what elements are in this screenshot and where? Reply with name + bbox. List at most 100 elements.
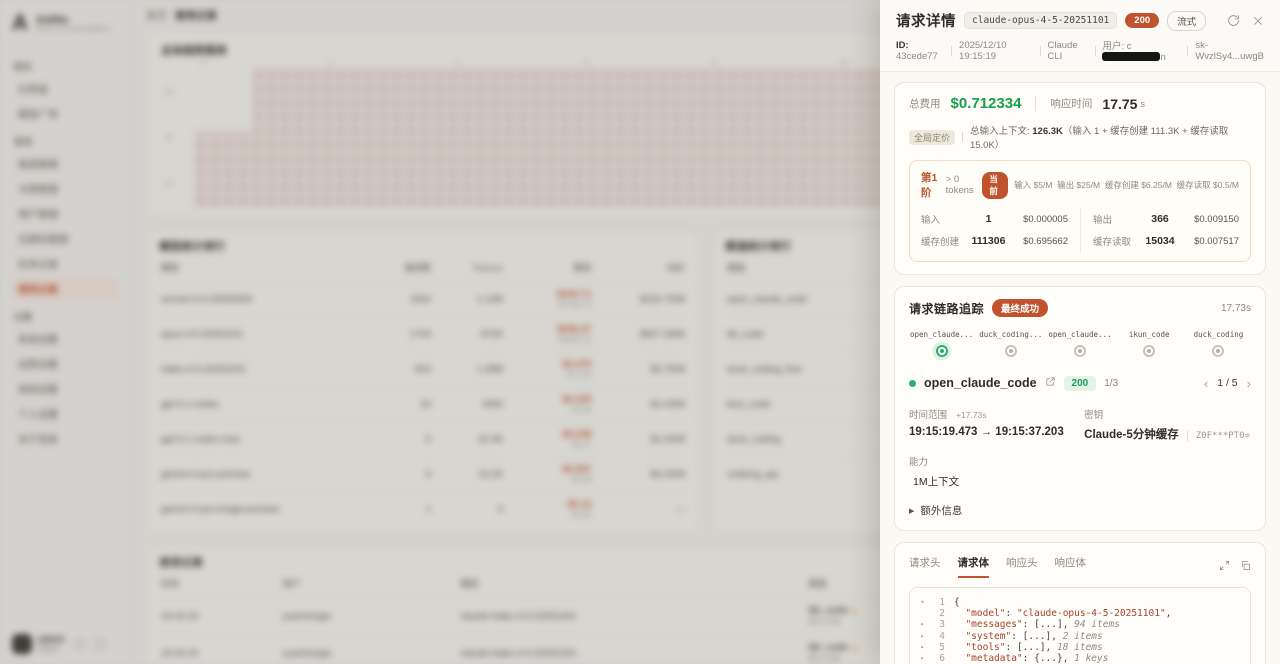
code-token: , — [1166, 608, 1172, 619]
tier-cell-label: 缓存创建 — [921, 234, 971, 248]
extra-info-label: 额外信息 — [920, 503, 962, 518]
tier-cell-tokens: 366 — [1143, 213, 1177, 225]
tab-请求体[interactable]: 请求体 — [958, 555, 990, 578]
trace-node-label: open_claude... — [910, 330, 973, 339]
fold-toggle-icon[interactable]: ▸ — [916, 642, 929, 653]
code-token — [954, 619, 965, 630]
context-summary: 总输入上下文: 126.3K（输入 1 + 缓存创建 111.3K + 缓存读取… — [970, 123, 1251, 151]
line-number: 1 — [929, 597, 945, 608]
code-line: ▾1 { — [916, 597, 1244, 608]
trace-node-label: ikun_code — [1129, 330, 1170, 339]
code-line: ▸5 "tools": [...], 18 items — [916, 642, 1244, 653]
code-token — [954, 631, 965, 642]
code-line: ▸4 "system": [...], 2 items — [916, 631, 1244, 642]
tab-请求头[interactable]: 请求头 — [909, 555, 941, 578]
pricing-tier-box: 第1阶 > 0 tokens 当前 输入 $5/M 输出 $25/M 缓存创建 … — [909, 160, 1251, 262]
code-token: "tools" — [965, 642, 1005, 653]
attempt-counter: 1/3 — [1104, 378, 1118, 389]
payload-tabs: 请求头请求体响应头响应体 — [909, 555, 1251, 578]
trace-node[interactable]: open_claude... — [1047, 330, 1112, 357]
client-name: Claude CLI — [1048, 40, 1088, 62]
cost-card: 总费用 $0.712334 响应时间 17.75 s 全局定价 总输入上下文: … — [894, 82, 1266, 275]
time-range-value: 19:15:19.473 → 19:15:37.203 — [909, 426, 1084, 438]
code-token: : [...], — [1006, 642, 1057, 653]
drawer-body: 总费用 $0.712334 响应时间 17.75 s 全局定价 总输入上下文: … — [880, 72, 1280, 664]
code-token: : {...}, — [1023, 653, 1074, 664]
tab-响应头[interactable]: 响应头 — [1006, 555, 1038, 578]
tier-name: 第1阶 — [921, 170, 940, 200]
next-page-button[interactable]: › — [1247, 377, 1251, 390]
ability-value: 1M上下文 — [909, 474, 1084, 489]
copy-icon[interactable] — [1240, 558, 1251, 576]
code-token: "claude-opus-4-5-20251101" — [1017, 608, 1166, 619]
id-label: ID: — [896, 40, 909, 51]
code-token: { — [954, 597, 960, 608]
line-number: 6 — [929, 653, 945, 664]
extra-info-toggle[interactable]: ▶ 额外信息 — [909, 503, 1251, 518]
code-line: 2 "model": "claude-opus-4-5-20251101", — [916, 608, 1244, 619]
tier-cell-price: $0.695662 — [1006, 236, 1068, 247]
request-time: 2025/12/10 19:15:19 — [959, 40, 1033, 62]
trace-node[interactable]: open_claude... — [909, 330, 974, 357]
request-meta-row: ID: 43cede77 2025/12/10 19:15:19 Claude … — [896, 38, 1264, 63]
trace-title: 请求链路追踪 — [909, 300, 984, 317]
external-link-icon[interactable] — [1045, 374, 1056, 392]
code-token: 1 keys — [1074, 653, 1108, 664]
trace-duration: 17.73s — [1221, 303, 1251, 314]
trace-node-circle-icon — [1143, 345, 1155, 357]
code-token: "metadata" — [965, 653, 1022, 664]
drawer-title: 请求详情 — [896, 10, 956, 31]
line-number: 2 — [929, 608, 945, 619]
tier-cell-label: 输出 — [1093, 212, 1143, 226]
fold-toggle-icon[interactable]: ▸ — [916, 631, 929, 642]
tier-cell-price: $0.007517 — [1177, 236, 1239, 247]
trace-card: 请求链路追踪 最终成功 17.73s open_claude...duck_co… — [894, 286, 1266, 531]
tier-cell-tokens: 1 — [971, 213, 1006, 225]
trace-node-label: open_claude... — [1048, 330, 1111, 339]
json-code-viewer[interactable]: ▾1 {2 "model": "claude-opus-4-5-20251101"… — [909, 587, 1251, 664]
request-id: 43cede77 — [896, 51, 938, 62]
refresh-button[interactable] — [1227, 14, 1240, 27]
model-name-pill[interactable]: claude-opus-4-5-20251101 — [964, 12, 1117, 29]
close-button[interactable] — [1252, 15, 1264, 27]
code-token: "messages" — [965, 619, 1022, 630]
code-token: : [...], — [1023, 619, 1074, 630]
trace-node-circle-icon — [1212, 345, 1224, 357]
tier-range: > 0 tokens — [946, 174, 977, 196]
tier-cell-price: $0.009150 — [1177, 214, 1239, 225]
trace-node-circle-icon — [936, 345, 948, 357]
tab-响应体[interactable]: 响应体 — [1055, 555, 1087, 578]
trace-node[interactable]: ikun_code — [1117, 330, 1182, 357]
fold-toggle-icon[interactable]: ▸ — [916, 653, 929, 664]
trace-node[interactable]: duck_coding — [1186, 330, 1251, 357]
trace-node-circle-icon — [1074, 345, 1086, 357]
selected-status-badge: 200 — [1064, 376, 1097, 391]
trace-node-row: open_claude... duck_coding... open_claude.… — [909, 330, 1251, 357]
time-range-field: 时间范围+17.73s 19:15:19.473 → 19:15:37.203 — [909, 405, 1084, 442]
trace-node[interactable]: duck_coding... — [978, 330, 1043, 357]
key-masked-value: Z0F***PT0= — [1187, 431, 1250, 441]
fold-toggle-icon[interactable]: ▸ — [916, 619, 929, 630]
page-indicator: 1 / 5 — [1217, 377, 1237, 389]
code-token — [954, 653, 965, 664]
status-badge: 200 — [1125, 13, 1159, 28]
api-key-masked: sk-WvzlSy4...uwgB — [1195, 40, 1264, 62]
triangle-icon: ▶ — [909, 507, 914, 515]
prev-page-button[interactable]: ‹ — [1204, 377, 1208, 390]
key-field: 密钥 Claude-5分钟缓存Z0F***PT0= — [1084, 405, 1251, 442]
tier-current-badge: 当前 — [982, 172, 1008, 199]
response-time-unit: s — [1140, 99, 1145, 109]
stream-badge: 流式 — [1167, 11, 1206, 31]
line-number: 3 — [929, 619, 945, 630]
code-token: 18 items — [1057, 642, 1103, 653]
tier-cell: 缓存读取15034$0.007517 — [1080, 230, 1239, 252]
global-pricing-badge: 全局定价 — [909, 130, 955, 145]
total-cost-value: $0.712334 — [951, 95, 1022, 112]
tier-cell-price: $0.000005 — [1006, 214, 1068, 225]
fold-toggle-icon[interactable]: ▾ — [916, 597, 929, 608]
response-time-value: 17.75 — [1102, 96, 1137, 112]
trace-node-circle-icon — [1005, 345, 1017, 357]
tier-rates: 输入 $5/M 输出 $25/M 缓存创建 $6.25/M 缓存读取 $0.5/… — [1014, 179, 1239, 191]
expand-icon[interactable] — [1219, 558, 1230, 576]
fold-spacer — [916, 608, 929, 619]
